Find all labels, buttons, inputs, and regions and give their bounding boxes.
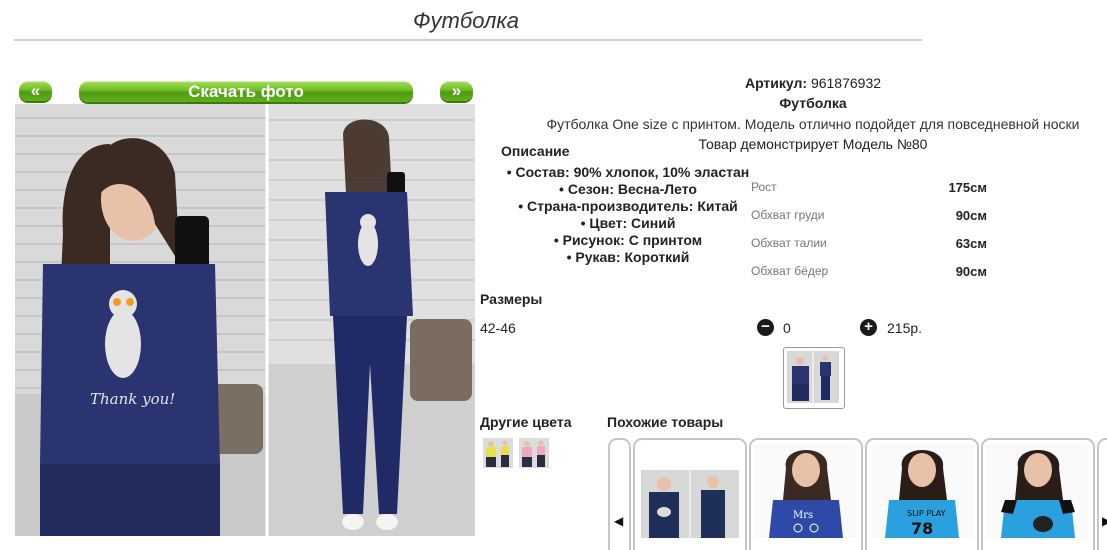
page-title: Футболка <box>413 8 519 33</box>
svg-text:Mrs: Mrs <box>793 510 813 521</box>
measurement-label: Обхват груди <box>751 208 825 222</box>
similar-product-card[interactable]: SLIP PLAY 78 <box>865 438 979 550</box>
description-heading: Описание <box>501 143 570 159</box>
measurement-value: 175см <box>948 180 987 195</box>
product-photo[interactable]: Thank you! <box>15 104 475 536</box>
product-name: Футболка <box>779 95 847 111</box>
svg-text:SLIP PLAY: SLIP PLAY <box>907 509 946 518</box>
price: 215р. <box>887 320 923 336</box>
color-variant-thumbnail[interactable] <box>519 438 549 468</box>
similar-product-card[interactable] <box>633 438 747 550</box>
measurement-value: 63см <box>955 236 987 251</box>
svg-text:Thank you!: Thank you! <box>90 390 175 408</box>
measurement-label: Рост <box>751 180 777 194</box>
gallery-prev-button[interactable]: « <box>19 81 52 101</box>
similar-next-button[interactable]: ▶ <box>1097 438 1107 550</box>
plus-circle-icon[interactable]: + <box>860 319 877 336</box>
arrow-right-icon: ▶ <box>1102 514 1107 528</box>
measurement-value: 90см <box>955 264 987 279</box>
sku-line: Артикул: 961876932 <box>485 75 1107 91</box>
sizes-heading: Размеры <box>480 291 543 307</box>
minus-circle-icon[interactable]: − <box>757 319 774 336</box>
size-range: 42-46 <box>480 320 516 336</box>
property-item: Цвет: Синий <box>496 215 760 232</box>
color-variant-thumbnail[interactable] <box>483 438 513 468</box>
gallery-next-button[interactable]: » <box>440 81 473 101</box>
property-item: Состав: 90% хлопок, 10% эластан <box>496 164 760 181</box>
measurement-value: 90см <box>955 208 987 223</box>
product-description: Футболка One size с принтом. Модель отли… <box>546 116 1080 132</box>
property-item: Сезон: Весна-Лето <box>496 181 760 198</box>
similar-prev-button[interactable]: ◀ <box>608 438 631 550</box>
similar-products-heading: Похожие товары <box>607 414 724 430</box>
properties-list: Состав: 90% хлопок, 10% эластан Сезон: В… <box>496 164 760 266</box>
similar-product-card[interactable]: Mrs <box>749 438 863 550</box>
measurement-label: Обхват талии <box>751 236 827 250</box>
selected-thumbnail[interactable] <box>783 347 845 409</box>
other-colors-heading: Другие цвета <box>480 414 572 430</box>
svg-text:78: 78 <box>911 519 933 538</box>
model-line: Товар демонстрирует Модель №80 <box>698 136 928 152</box>
measurement-label: Обхват бёдер <box>751 264 829 278</box>
arrow-left-icon: ◀ <box>614 514 624 528</box>
sku-label: Артикул: <box>744 75 808 91</box>
download-photo-button[interactable]: Скачать фото <box>79 81 413 102</box>
sku-value: 961876932 <box>810 75 882 91</box>
title-divider <box>14 39 922 41</box>
property-item: Страна-производитель: Китай <box>496 198 760 215</box>
property-item: Рисунок: С принтом <box>496 232 760 249</box>
property-item: Рукав: Короткий <box>496 249 760 266</box>
similar-product-card[interactable] <box>981 438 1095 550</box>
quantity-value: 0 <box>783 320 791 336</box>
